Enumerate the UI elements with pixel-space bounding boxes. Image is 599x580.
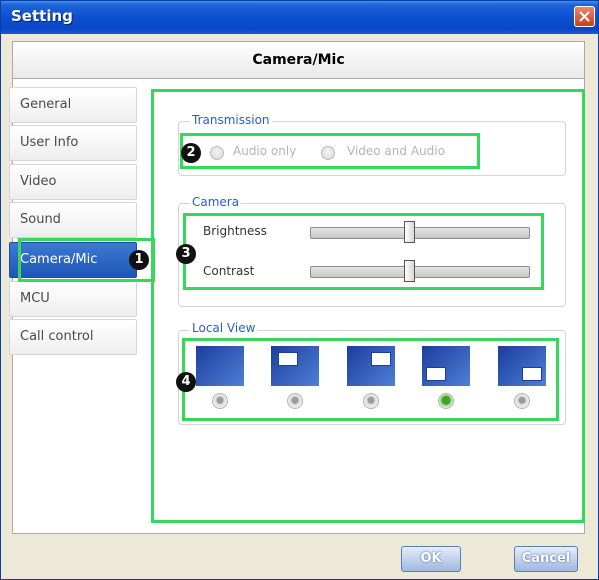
sidebar-item-label: Sound: [20, 212, 61, 227]
callout-badge-4: 4: [176, 372, 196, 392]
video-and-audio-radio[interactable]: [321, 146, 335, 160]
callout-badge-3: 3: [176, 244, 196, 264]
brightness-slider-thumb[interactable]: [403, 221, 415, 243]
sidebar-item-general[interactable]: General: [9, 87, 137, 123]
close-icon: [579, 11, 590, 22]
contrast-slider-thumb[interactable]: [403, 260, 415, 282]
sidebar-item-call-control[interactable]: Call control: [9, 319, 137, 355]
page-title: Camera/Mic: [252, 52, 345, 68]
close-button[interactable]: [574, 6, 595, 27]
audio-only-radio[interactable]: [210, 146, 224, 160]
sidebar-item-user-info[interactable]: User Info: [9, 125, 137, 161]
video-and-audio-label: Video and Audio: [347, 144, 445, 158]
callout-badge-1: 1: [129, 250, 149, 270]
camera-legend: Camera: [190, 195, 242, 209]
local-view-radio-1[interactable]: [287, 393, 303, 409]
brightness-track[interactable]: [310, 227, 530, 239]
local-view-none-icon[interactable]: [196, 346, 244, 386]
sidebar-item-mcu[interactable]: MCU: [9, 281, 137, 317]
transmission-legend: Transmission: [190, 113, 272, 127]
brightness-label: Brightness: [203, 224, 267, 238]
sidebar-item-sound[interactable]: Sound: [9, 202, 137, 238]
ok-button[interactable]: OK: [401, 546, 461, 572]
sidebar-item-label: User Info: [20, 135, 79, 150]
local-view-radio-4[interactable]: [514, 393, 530, 409]
settings-window: Setting Camera/Mic General User Info Vid…: [0, 0, 599, 580]
local-view-bottom-left-icon[interactable]: [422, 346, 470, 386]
callout-badge-2: 2: [181, 143, 201, 163]
local-view-radio-0[interactable]: [212, 393, 228, 409]
local-view-bottom-right-icon[interactable]: [498, 346, 546, 386]
window-title: Setting: [11, 7, 73, 25]
local-view-legend: Local View: [190, 321, 258, 335]
page-header: Camera/Mic: [12, 41, 585, 79]
sidebar-item-video[interactable]: Video: [9, 164, 137, 200]
local-view-top-left-icon[interactable]: [271, 346, 319, 386]
local-view-top-right-icon[interactable]: [347, 346, 395, 386]
sidebar-item-label: Video: [20, 174, 57, 189]
contrast-track[interactable]: [310, 266, 530, 278]
local-view-radio-2[interactable]: [363, 393, 379, 409]
sidebar-item-label: MCU: [20, 291, 50, 306]
local-view-radio-3[interactable]: [438, 393, 454, 409]
title-bar[interactable]: Setting: [1, 1, 598, 34]
cancel-button[interactable]: Cancel: [514, 546, 578, 572]
contrast-label: Contrast: [203, 264, 255, 278]
audio-only-label: Audio only: [233, 144, 297, 158]
sidebar-item-label: General: [20, 97, 72, 112]
sidebar-item-label: Call control: [20, 329, 94, 344]
